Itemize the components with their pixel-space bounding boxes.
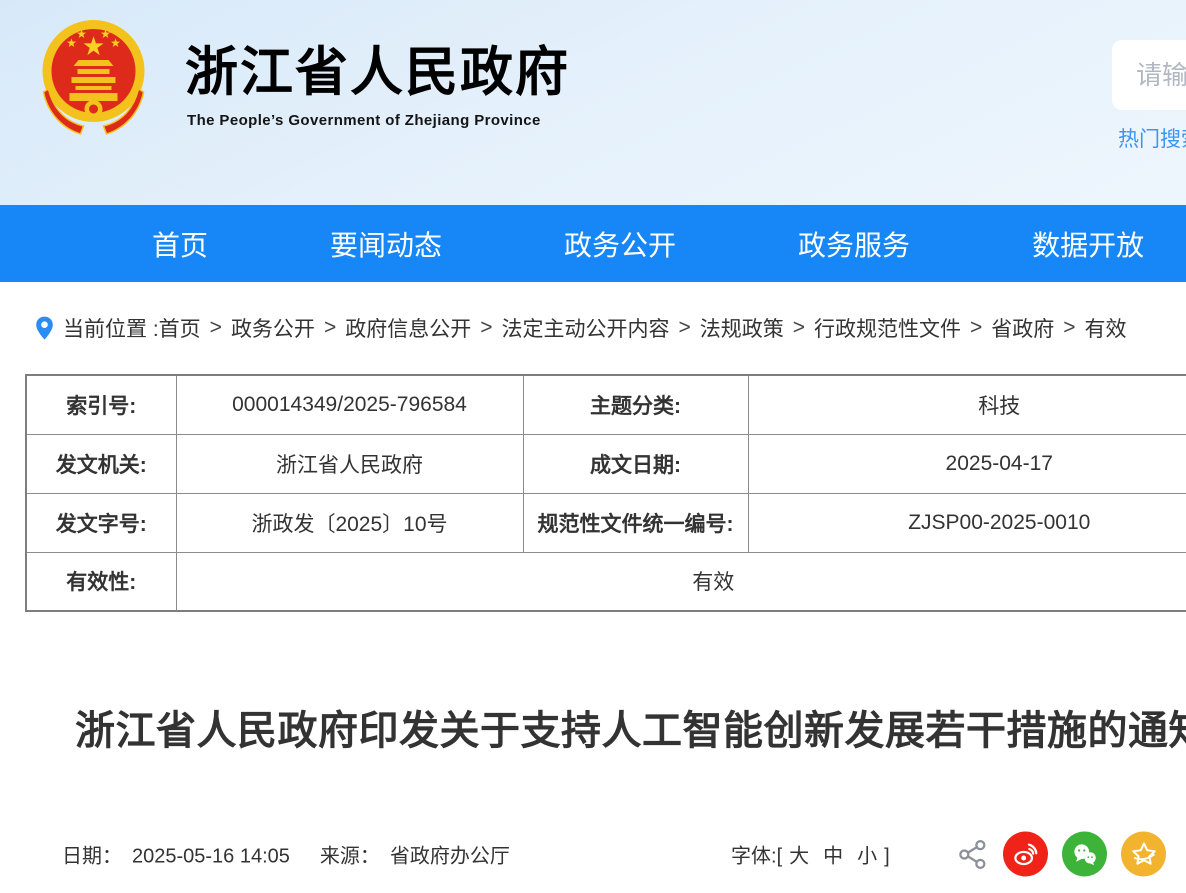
breadcrumb-item-gov-info[interactable]: 政府信息公开 bbox=[345, 313, 471, 343]
source-value: 省政府办公厅 bbox=[390, 846, 510, 868]
article-meta-bar: 日期： 2025-05-16 14:05 来源： 省政府办公厅 字体:[ 大中小] bbox=[0, 828, 1186, 880]
issue-date-value: 2025-04-17 bbox=[748, 434, 1186, 493]
font-size-control: 字体:[ 大中小] bbox=[731, 840, 890, 869]
issuing-agency-value: 浙江省人民政府 bbox=[176, 434, 523, 493]
search-input[interactable] bbox=[1112, 40, 1186, 110]
publish-date: 2025-05-16 14:05 bbox=[132, 846, 290, 868]
breadcrumb-separator: > bbox=[480, 316, 492, 340]
breadcrumb-separator: > bbox=[678, 316, 690, 340]
issue-date-label: 成文日期: bbox=[523, 434, 748, 493]
nav-item-home[interactable]: 首页 bbox=[152, 224, 208, 264]
article-meta-left: 日期： 2025-05-16 14:05 来源： 省政府办公厅 bbox=[62, 840, 510, 869]
table-row: 索引号: 000014349/2025-796584 主题分类: 科技 bbox=[26, 375, 1186, 434]
nav-item-gov-disclosure[interactable]: 政务公开 bbox=[564, 224, 676, 264]
svg-text:★: ★ bbox=[76, 27, 87, 41]
font-size-small-button[interactable]: 小 bbox=[857, 846, 877, 868]
doc-meta-table-wrapper: 索引号: 000014349/2025-796584 主题分类: 科技 发文机关… bbox=[0, 374, 1186, 612]
unified-number-label: 规范性文件统一编号: bbox=[523, 493, 748, 552]
breadcrumb-separator: > bbox=[793, 316, 805, 340]
date-label: 日期： bbox=[62, 846, 122, 868]
breadcrumb-separator: > bbox=[210, 316, 222, 340]
font-size-large-button[interactable]: 大 bbox=[789, 846, 809, 868]
nav-item-open-data[interactable]: 数据开放 bbox=[1032, 224, 1144, 264]
location-pin-icon bbox=[35, 315, 54, 342]
page: ★ ★ ★ ★ ★ 浙江省人民政府 The People’s Governmen… bbox=[0, 0, 1186, 893]
breadcrumb-separator: > bbox=[970, 316, 982, 340]
main-nav: 首页 要闻动态 政务公开 政务服务 数据开放 bbox=[0, 205, 1186, 282]
font-size-bracket-open: [ bbox=[777, 846, 783, 868]
breadcrumb: 当前位置 :首页 > 政务公开 > 政府信息公开 > 法定主动公开内容 > 法规… bbox=[0, 282, 1186, 374]
breadcrumb-item-statutory-content[interactable]: 法定主动公开内容 bbox=[501, 313, 669, 343]
weibo-share-icon[interactable] bbox=[1003, 832, 1048, 877]
validity-value: 有效 bbox=[176, 552, 1186, 611]
nav-item-news[interactable]: 要闻动态 bbox=[330, 224, 442, 264]
index-number-label: 索引号: bbox=[26, 375, 176, 434]
breadcrumb-item-gov-disclosure[interactable]: 政务公开 bbox=[231, 313, 315, 343]
topic-category-value: 科技 bbox=[748, 375, 1186, 434]
page-title: 浙江省人民政府印发关于支持人工智能创新发展若干措施的通知 bbox=[75, 706, 1186, 756]
nav-item-gov-services[interactable]: 政务服务 bbox=[798, 224, 910, 264]
table-row: 发文字号: 浙政发〔2025〕10号 规范性文件统一编号: ZJSP00-202… bbox=[26, 493, 1186, 552]
breadcrumb-item-normative-docs[interactable]: 行政规范性文件 bbox=[814, 313, 961, 343]
doc-number-value: 浙政发〔2025〕10号 bbox=[176, 493, 523, 552]
font-size-bracket-close: ] bbox=[884, 846, 890, 868]
breadcrumb-item-provincial-gov[interactable]: 省政府 bbox=[991, 313, 1054, 343]
issuing-agency-label: 发文机关: bbox=[26, 434, 176, 493]
qzone-share-icon[interactable] bbox=[1121, 832, 1166, 877]
national-emblem-icon[interactable]: ★ ★ ★ ★ ★ bbox=[40, 13, 147, 137]
breadcrumb-separator: > bbox=[324, 316, 336, 340]
validity-label: 有效性: bbox=[26, 552, 176, 611]
breadcrumb-item-valid: 有效 bbox=[1085, 313, 1127, 343]
site-title: 浙江省人民政府 bbox=[185, 30, 570, 106]
doc-meta-table: 索引号: 000014349/2025-796584 主题分类: 科技 发文机关… bbox=[25, 374, 1186, 612]
hot-search-link[interactable]: 热门搜索 bbox=[1118, 123, 1186, 153]
index-number-value: 000014349/2025-796584 bbox=[176, 375, 523, 434]
doc-number-label: 发文字号: bbox=[26, 493, 176, 552]
breadcrumb-item-home[interactable]: 首页 bbox=[159, 313, 201, 343]
share-icon[interactable] bbox=[957, 838, 989, 870]
breadcrumb-item-regulations[interactable]: 法规政策 bbox=[700, 313, 784, 343]
font-size-label: 字体: bbox=[731, 846, 777, 868]
share-bar bbox=[957, 832, 1166, 877]
breadcrumb-separator: > bbox=[1063, 316, 1075, 340]
unified-number-value: ZJSP00-2025-0010 bbox=[748, 493, 1186, 552]
font-size-medium-button[interactable]: 中 bbox=[823, 846, 843, 868]
source-label: 来源： bbox=[320, 846, 380, 868]
svg-text:★: ★ bbox=[110, 36, 121, 50]
breadcrumb-prefix: 当前位置 : bbox=[63, 313, 159, 343]
table-row: 有效性: 有效 bbox=[26, 552, 1186, 611]
topic-category-label: 主题分类: bbox=[523, 375, 748, 434]
table-row: 发文机关: 浙江省人民政府 成文日期: 2025-04-17 bbox=[26, 434, 1186, 493]
site-header: ★ ★ ★ ★ ★ 浙江省人民政府 The People’s Governmen… bbox=[0, 0, 1186, 205]
site-subtitle-en: The People’s Government of Zhejiang Prov… bbox=[187, 112, 541, 129]
wechat-share-icon[interactable] bbox=[1062, 832, 1107, 877]
